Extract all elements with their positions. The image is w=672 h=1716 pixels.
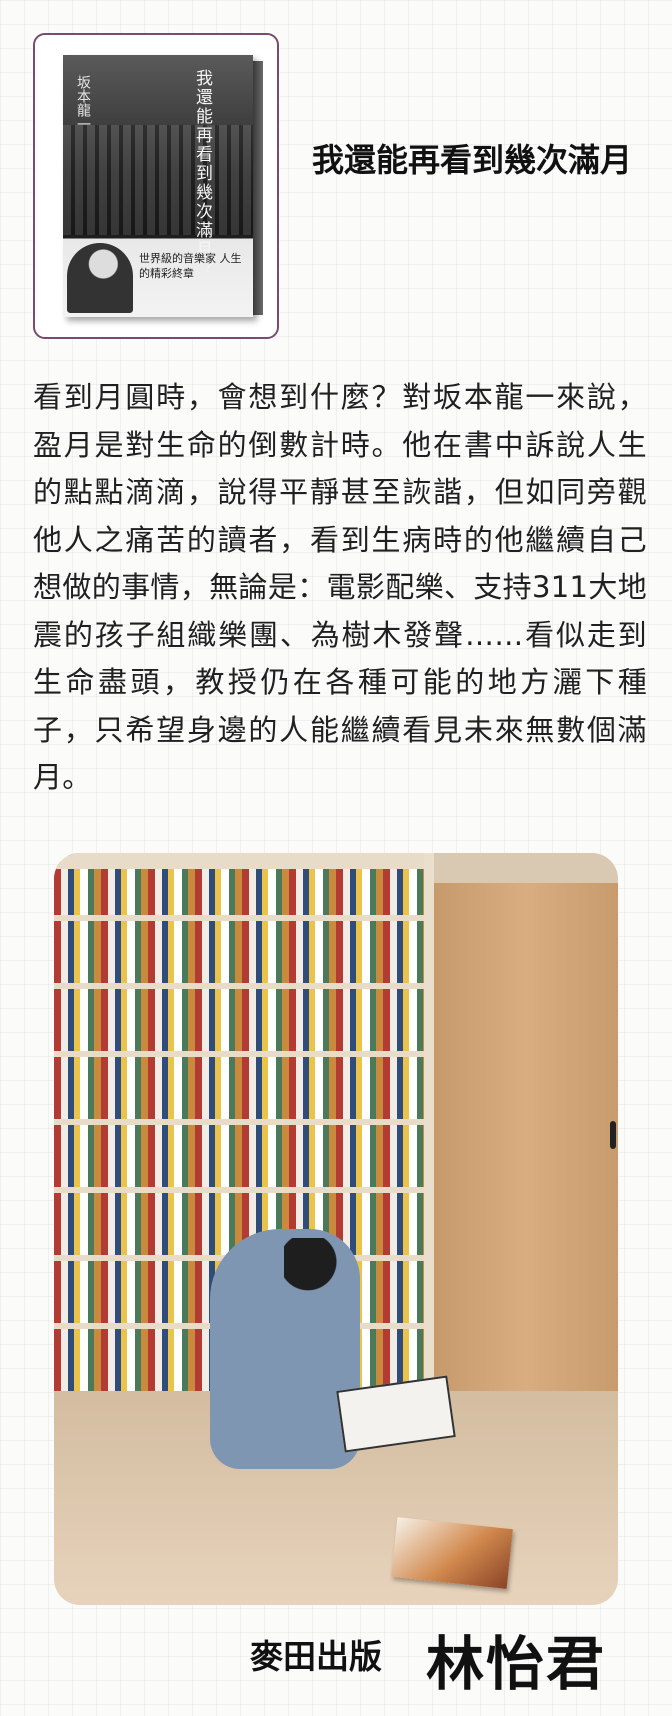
piano-keys-illustration: [63, 125, 253, 235]
review-body: 看到月圓時，會想到什麼？對坂本龍一來說，盈月是對生命的倒數計時。他在書中訴說人生…: [33, 380, 647, 794]
cover-tagline: 世界級的音樂家 人生的精彩終章: [139, 252, 242, 280]
book-cover-frame: 我還能再看到幾次滿月？ 坂本龍一 世界級的音樂家 人生的精彩終章: [33, 33, 279, 339]
door-handle: [610, 1121, 616, 1149]
cover-author: 坂本龍一: [75, 75, 91, 131]
bookshelf-top: [54, 853, 424, 869]
reviewer-name: 林怡君: [426, 1630, 607, 1698]
reading-person-head: [284, 1238, 344, 1306]
author-portrait: [67, 243, 133, 313]
book-title: 我還能再看到幾次滿月: [312, 141, 633, 179]
wooden-door: [434, 883, 618, 1391]
book-cover-image: 我還能再看到幾次滿月？ 坂本龍一 世界級的音樂家 人生的精彩終章: [63, 55, 253, 317]
publisher-name: 麥田出版: [250, 1637, 382, 1676]
cover-title: 我還能再看到幾次滿月？: [192, 69, 212, 278]
book-spine: [253, 61, 263, 315]
bookstore-photo: [54, 853, 618, 1605]
floor-book: [391, 1517, 513, 1589]
